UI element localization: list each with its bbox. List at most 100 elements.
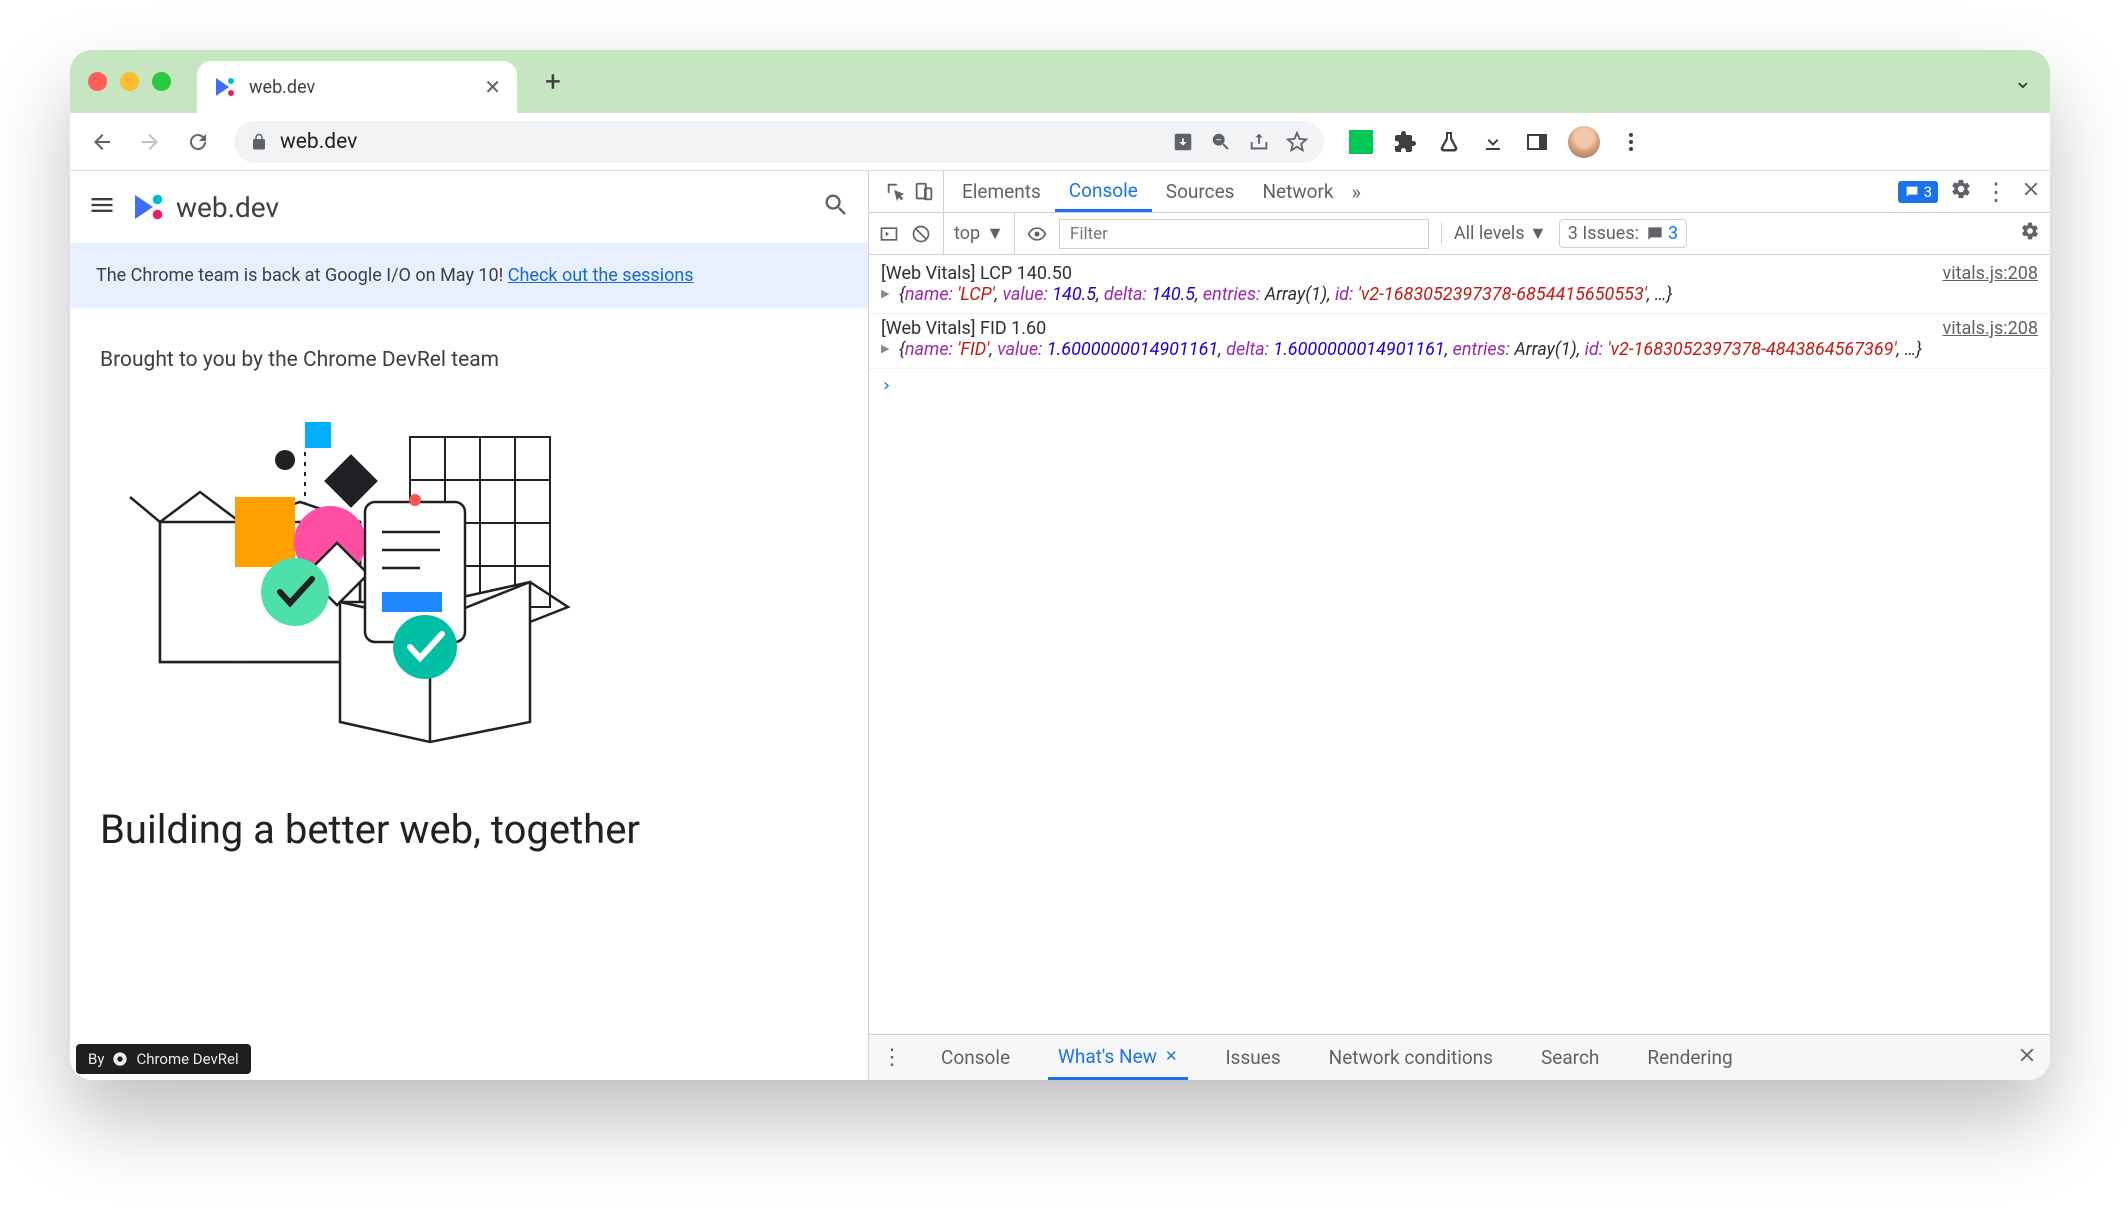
hero-illustration: [100, 402, 610, 782]
site-logo[interactable]: web.dev: [132, 189, 279, 225]
drawer-close-icon[interactable]: [2016, 1044, 2038, 1071]
downloads-icon[interactable]: [1480, 129, 1506, 155]
messages-count: 3: [1924, 183, 1932, 201]
close-window-button[interactable]: [88, 72, 107, 91]
address-bar[interactable]: web.dev: [234, 121, 1324, 163]
console-output: [Web Vitals] LCP 140.50vitals.js:208{nam…: [869, 255, 2050, 1034]
browser-tab[interactable]: web.dev ✕: [197, 61, 517, 113]
chat-icon: [1645, 224, 1665, 244]
console-prompt[interactable]: ›: [869, 369, 2050, 402]
forward-button[interactable]: [130, 122, 170, 162]
chevron-down-icon: ▼: [986, 223, 1004, 244]
devtools-close-icon[interactable]: [2020, 178, 2042, 205]
drawer-tab-network-conditions[interactable]: Network conditions: [1319, 1035, 1503, 1080]
drawer-tab-search[interactable]: Search: [1531, 1035, 1609, 1080]
content-split: web.dev The Chrome team is back at Googl…: [70, 171, 2050, 1080]
inspect-element-icon[interactable]: [885, 181, 907, 203]
chat-icon: [1904, 184, 1920, 200]
tab-strip: web.dev ✕ + ⌄: [70, 50, 2050, 113]
levels-label: All levels: [1454, 223, 1525, 244]
drawer-tab-console[interactable]: Console: [931, 1035, 1020, 1080]
console-log-entry: [Web Vitals] FID 1.60 vitals.js:208{name:…: [869, 314, 2050, 369]
devtools-tab-elements[interactable]: Elements: [948, 171, 1055, 212]
context-label: top: [954, 223, 980, 244]
minimize-window-button[interactable]: [120, 72, 139, 91]
tab-overflow-button[interactable]: ⌄: [2014, 69, 2032, 94]
page-pane: web.dev The Chrome team is back at Googl…: [70, 171, 868, 1080]
log-source-link[interactable]: vitals.js:208: [1943, 318, 2039, 339]
url-text: web.dev: [280, 130, 1160, 154]
more-tabs-icon[interactable]: »: [1352, 180, 1361, 204]
install-pwa-icon[interactable]: [1172, 131, 1194, 153]
devtools-settings-icon[interactable]: [1950, 178, 1972, 205]
extension-labs-icon[interactable]: [1436, 129, 1462, 155]
hero-subtitle: Brought to you by the Chrome DevRel team: [100, 348, 838, 372]
attribution-badge: By Chrome DevRel: [76, 1044, 251, 1074]
drawer-menu-icon[interactable]: ⋮: [881, 1045, 903, 1070]
drawer-tab-close-icon[interactable]: ✕: [1165, 1047, 1178, 1065]
browser-window: web.dev ✕ + ⌄ web.dev: [70, 50, 2050, 1080]
page-header: web.dev: [70, 171, 868, 243]
issues-label: 3 Issues:: [1568, 223, 1639, 244]
console-filter: [1059, 219, 1429, 249]
execution-context-selector[interactable]: top ▼: [943, 213, 1015, 254]
devtools-menu-icon[interactable]: ⋮: [1984, 180, 2008, 204]
profile-avatar[interactable]: [1568, 126, 1600, 158]
window-controls: [88, 72, 171, 91]
device-toggle-icon[interactable]: [913, 181, 935, 203]
issues-pill[interactable]: 3 Issues: 3: [1559, 219, 1687, 248]
drawer-tab-issues[interactable]: Issues: [1216, 1035, 1291, 1080]
log-source-link[interactable]: vitals.js:208: [1943, 263, 2039, 284]
back-button[interactable]: [82, 122, 122, 162]
tab-title: web.dev: [249, 77, 472, 98]
hero-heading: Building a better web, together: [100, 806, 838, 853]
side-panel-icon[interactable]: [1524, 129, 1550, 155]
devtools-tab-network[interactable]: Network: [1248, 171, 1347, 212]
log-message: [Web Vitals] FID 1.60: [881, 318, 1046, 339]
log-object[interactable]: {name: 'FID', value: 1.6000000014901161,…: [881, 339, 2038, 360]
console-filter-input[interactable]: [1059, 219, 1429, 249]
share-icon[interactable]: [1248, 131, 1270, 153]
extensions-row: [1348, 126, 1644, 158]
maximize-window-button[interactable]: [152, 72, 171, 91]
hero-section: Brought to you by the Chrome DevRel team: [70, 308, 868, 893]
tab-close-icon[interactable]: ✕: [484, 75, 501, 99]
site-name: web.dev: [176, 191, 279, 224]
console-toolbar: top ▼ All levels ▼ 3 Issues: 3: [869, 213, 2050, 255]
site-logo-icon: [132, 189, 168, 225]
chrome-logo-icon: [112, 1051, 128, 1067]
new-tab-button[interactable]: +: [533, 62, 573, 102]
promo-banner: The Chrome team is back at Google I/O on…: [70, 243, 868, 308]
log-levels-selector[interactable]: All levels ▼: [1441, 223, 1547, 244]
favicon-icon: [213, 75, 237, 99]
issues-badge: 3: [1645, 223, 1678, 244]
toolbar: web.dev: [70, 113, 2050, 171]
console-log-entry: [Web Vitals] LCP 140.50 vitals.js:208{nam…: [869, 259, 2050, 314]
omnibox-actions: [1172, 131, 1308, 153]
banner-text: The Chrome team is back at Google I/O on…: [96, 265, 508, 286]
log-message: [Web Vitals] LCP 140.50: [881, 263, 1072, 284]
issues-count: 3: [1668, 223, 1678, 244]
bookmark-star-icon[interactable]: [1286, 131, 1308, 153]
attribution-name: Chrome DevRel: [136, 1050, 238, 1068]
drawer-tab-rendering[interactable]: Rendering: [1637, 1035, 1742, 1080]
reload-button[interactable]: [178, 122, 218, 162]
devtools-tab-console[interactable]: Console: [1055, 171, 1152, 212]
hamburger-menu-icon[interactable]: [88, 191, 116, 223]
console-sidebar-toggle-icon[interactable]: [879, 224, 899, 244]
devtools-drawer: ⋮ Console What's New✕ Issues Network condit…: [869, 1034, 2050, 1080]
extensions-puzzle-icon[interactable]: [1392, 129, 1418, 155]
console-settings-icon[interactable]: [2020, 221, 2040, 246]
devtools-pane: ElementsConsoleSourcesNetwork » 3 ⋮ top: [868, 171, 2050, 1080]
banner-link[interactable]: Check out the sessions: [508, 265, 694, 286]
drawer-tab-what-s-new[interactable]: What's New✕: [1048, 1035, 1187, 1080]
clear-console-icon[interactable]: [911, 224, 931, 244]
live-expression-icon[interactable]: [1027, 224, 1047, 244]
log-object[interactable]: {name: 'LCP', value: 140.5, delta: 140.5…: [881, 284, 2038, 305]
devtools-tab-sources[interactable]: Sources: [1152, 171, 1249, 212]
extension-green-square[interactable]: [1348, 129, 1374, 155]
zoom-out-icon[interactable]: [1210, 131, 1232, 153]
site-search-icon[interactable]: [822, 191, 850, 223]
chrome-menu-icon[interactable]: [1618, 129, 1644, 155]
messages-badge[interactable]: 3: [1898, 181, 1938, 203]
